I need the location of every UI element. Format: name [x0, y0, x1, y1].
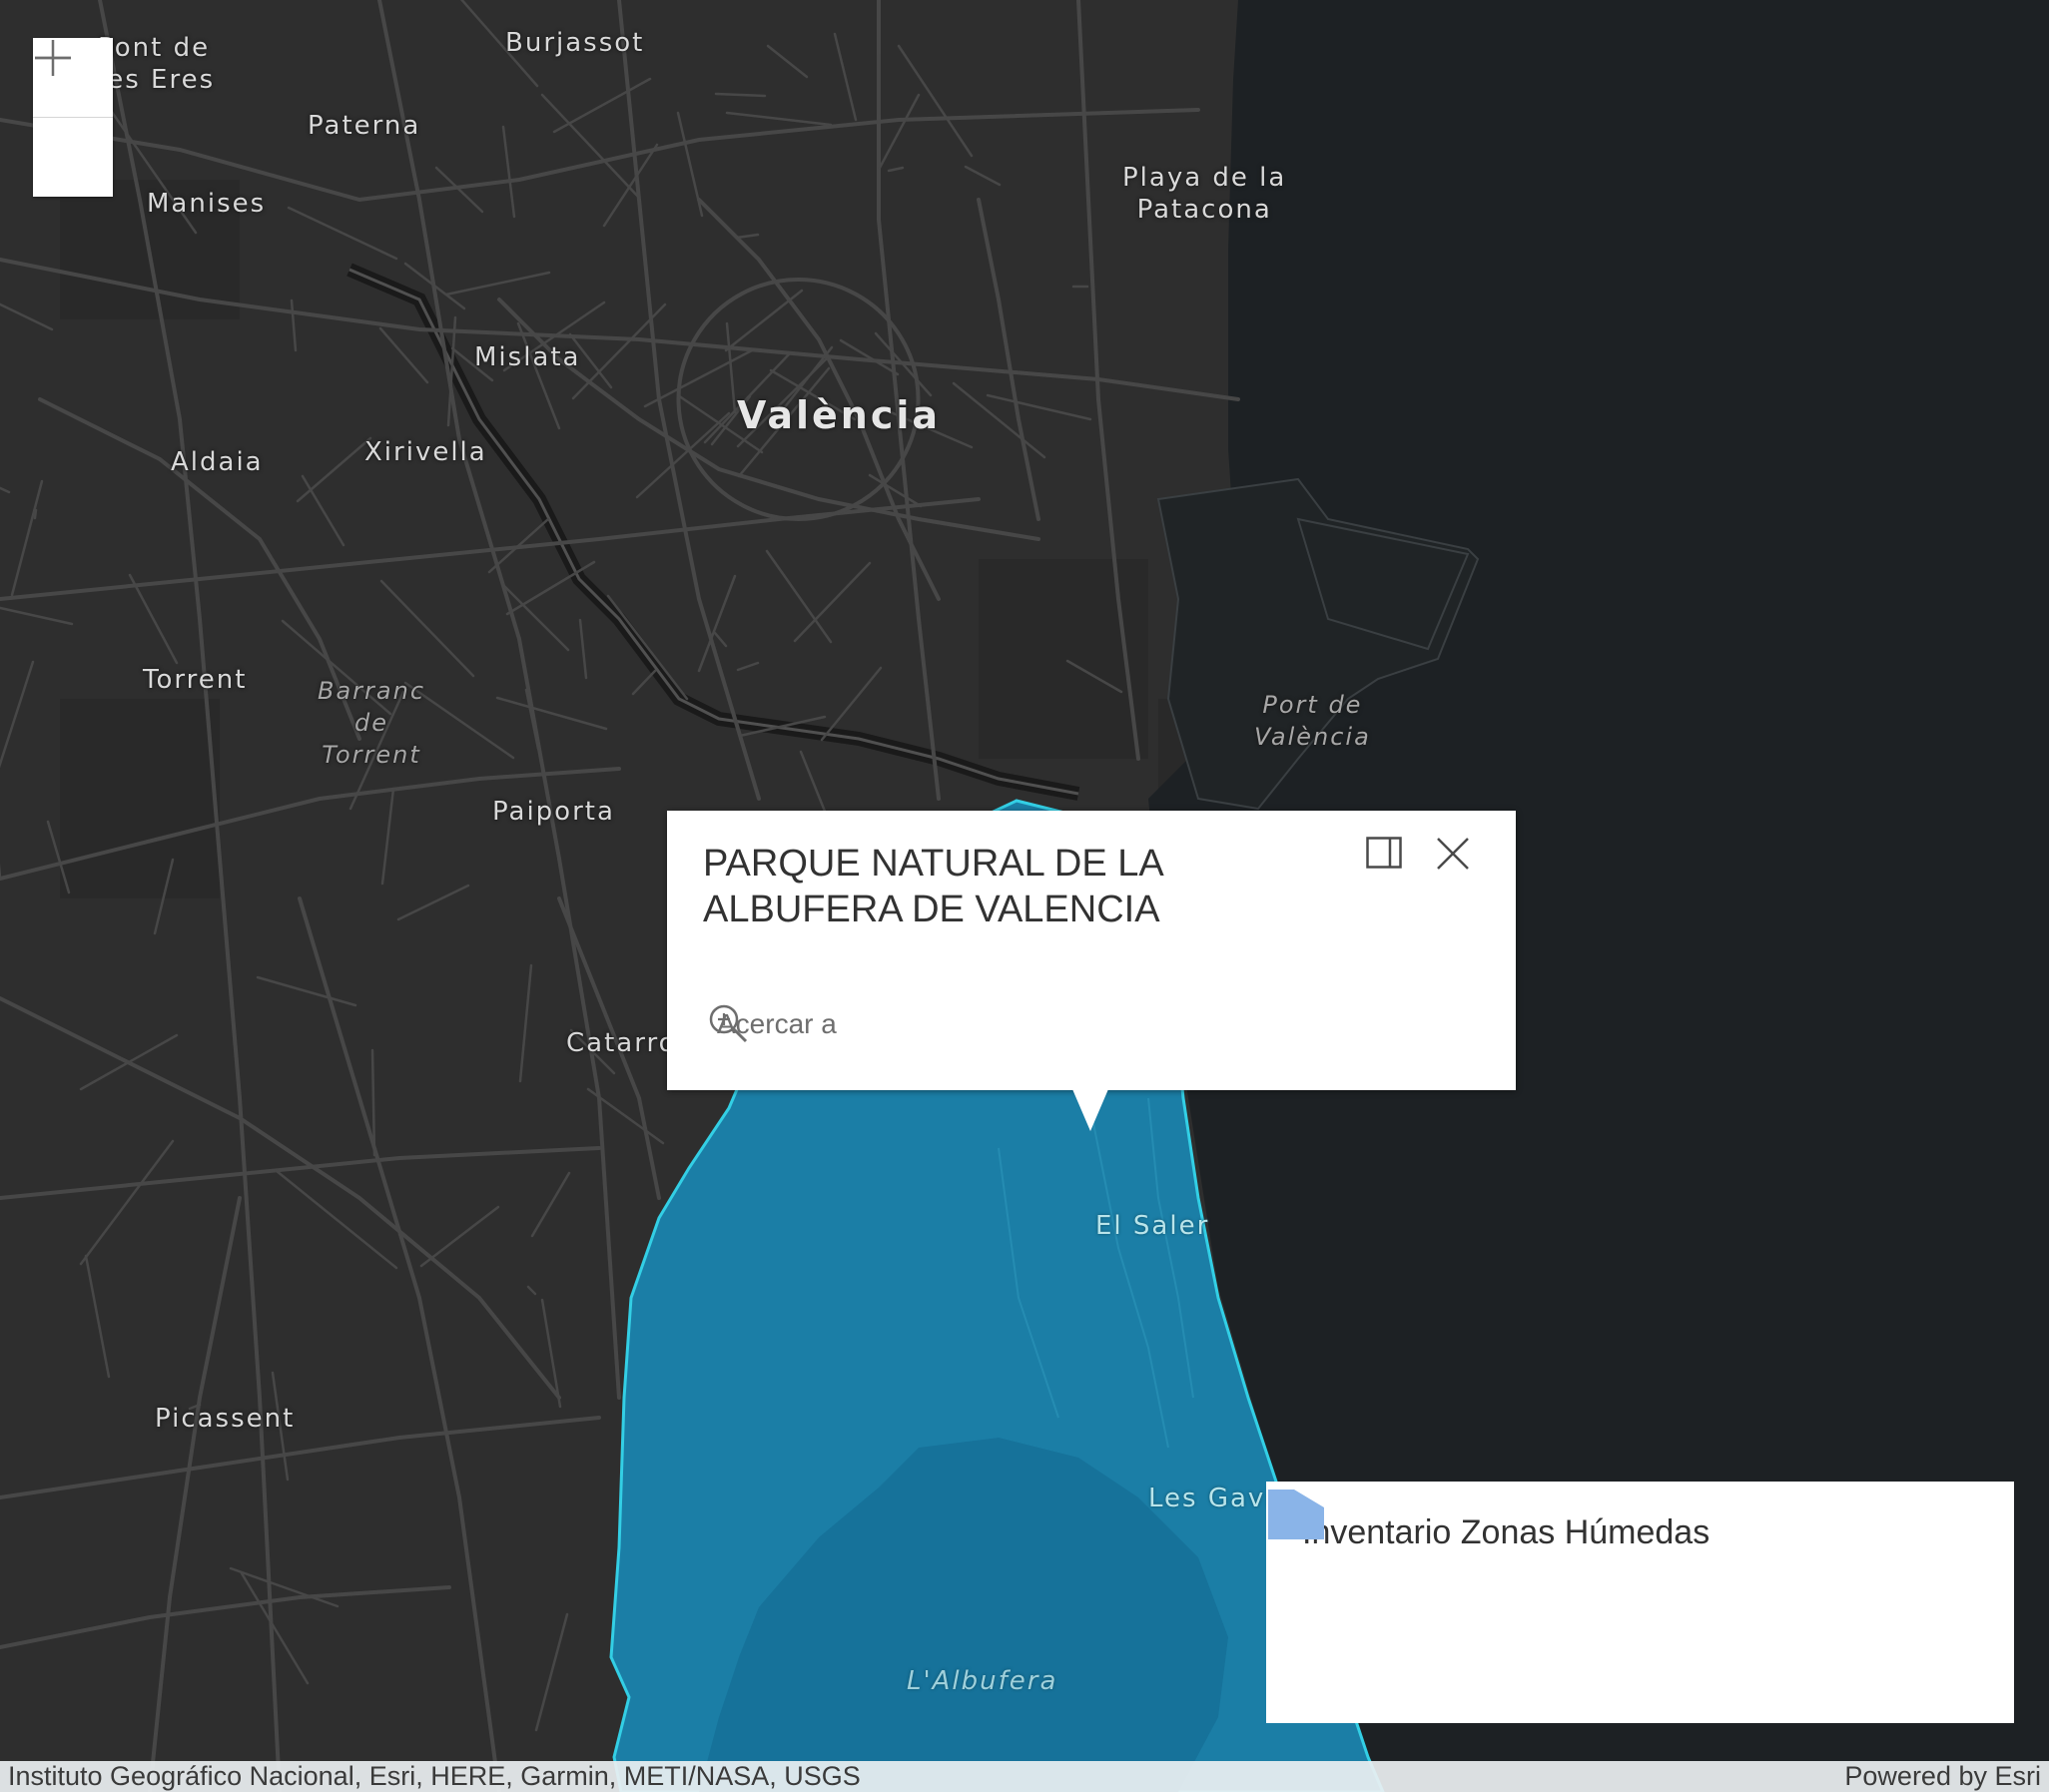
dock-panel-icon	[1366, 837, 1402, 869]
zoom-out-button[interactable]	[33, 56, 113, 197]
zoom-control	[33, 38, 113, 197]
label-catarroja: Catarro	[566, 1028, 677, 1058]
zoom-to-action[interactable]: Acercar a	[707, 1002, 837, 1046]
powered-by-esri-link[interactable]: Powered by Esri	[1844, 1761, 2041, 1792]
map-view[interactable]: Pont de les Eres Burjassot Paterna Manis…	[0, 0, 2049, 1792]
minus-icon	[35, 56, 71, 60]
label-mislata: Mislata	[474, 342, 581, 372]
label-burjassot: Burjassot	[505, 28, 645, 58]
label-aldaia: Aldaia	[171, 447, 264, 477]
label-torrent: Torrent	[143, 665, 248, 695]
label-manises: Manises	[147, 189, 267, 219]
zoom-to-magnifier-icon	[709, 1004, 748, 1043]
legend-panel: Inventario Zonas Húmedas	[1266, 1482, 2014, 1723]
label-playa-de-la-patacona: Playa de la Patacona	[1122, 163, 1287, 225]
close-popup-button[interactable]	[1436, 837, 1484, 885]
street	[33, 508, 38, 520]
feature-popup: PARQUE NATURAL DE LA ALBUFERA DE VALENCI…	[667, 811, 1516, 1090]
label-el-saler: El Saler	[1095, 1211, 1210, 1241]
popup-pointer	[1072, 1089, 1108, 1131]
close-icon	[1437, 838, 1469, 870]
label-paterna: Paterna	[308, 111, 421, 141]
label-picassent: Picassent	[155, 1404, 296, 1434]
legend-polygon-swatch-icon	[1268, 1490, 1324, 1539]
label-l-albufera: L'Albufera	[907, 1666, 1058, 1696]
label-port-de-valencia: Port de València	[1254, 691, 1371, 751]
label-paiporta: Paiporta	[492, 797, 615, 827]
label-xirivella: Xirivella	[364, 437, 487, 467]
label-les-gavines: Les Gavi	[1148, 1484, 1275, 1513]
attribution-sources: Instituto Geográfico Nacional, Esri, HER…	[8, 1761, 861, 1791]
label-valencia: València	[737, 393, 942, 437]
label-barranc-de-torrent: Barranc de Torrent	[318, 677, 426, 769]
legend-title: Inventario Zonas Húmedas	[1302, 1513, 1710, 1551]
attribution-bar: Instituto Geográfico Nacional, Esri, HER…	[0, 1761, 2049, 1792]
dock-popup-button[interactable]	[1366, 837, 1414, 885]
label-pont-de-les-eres: Pont de les Eres	[98, 33, 216, 95]
popup-title: PARQUE NATURAL DE LA ALBUFERA DE VALENCI…	[703, 843, 1162, 930]
